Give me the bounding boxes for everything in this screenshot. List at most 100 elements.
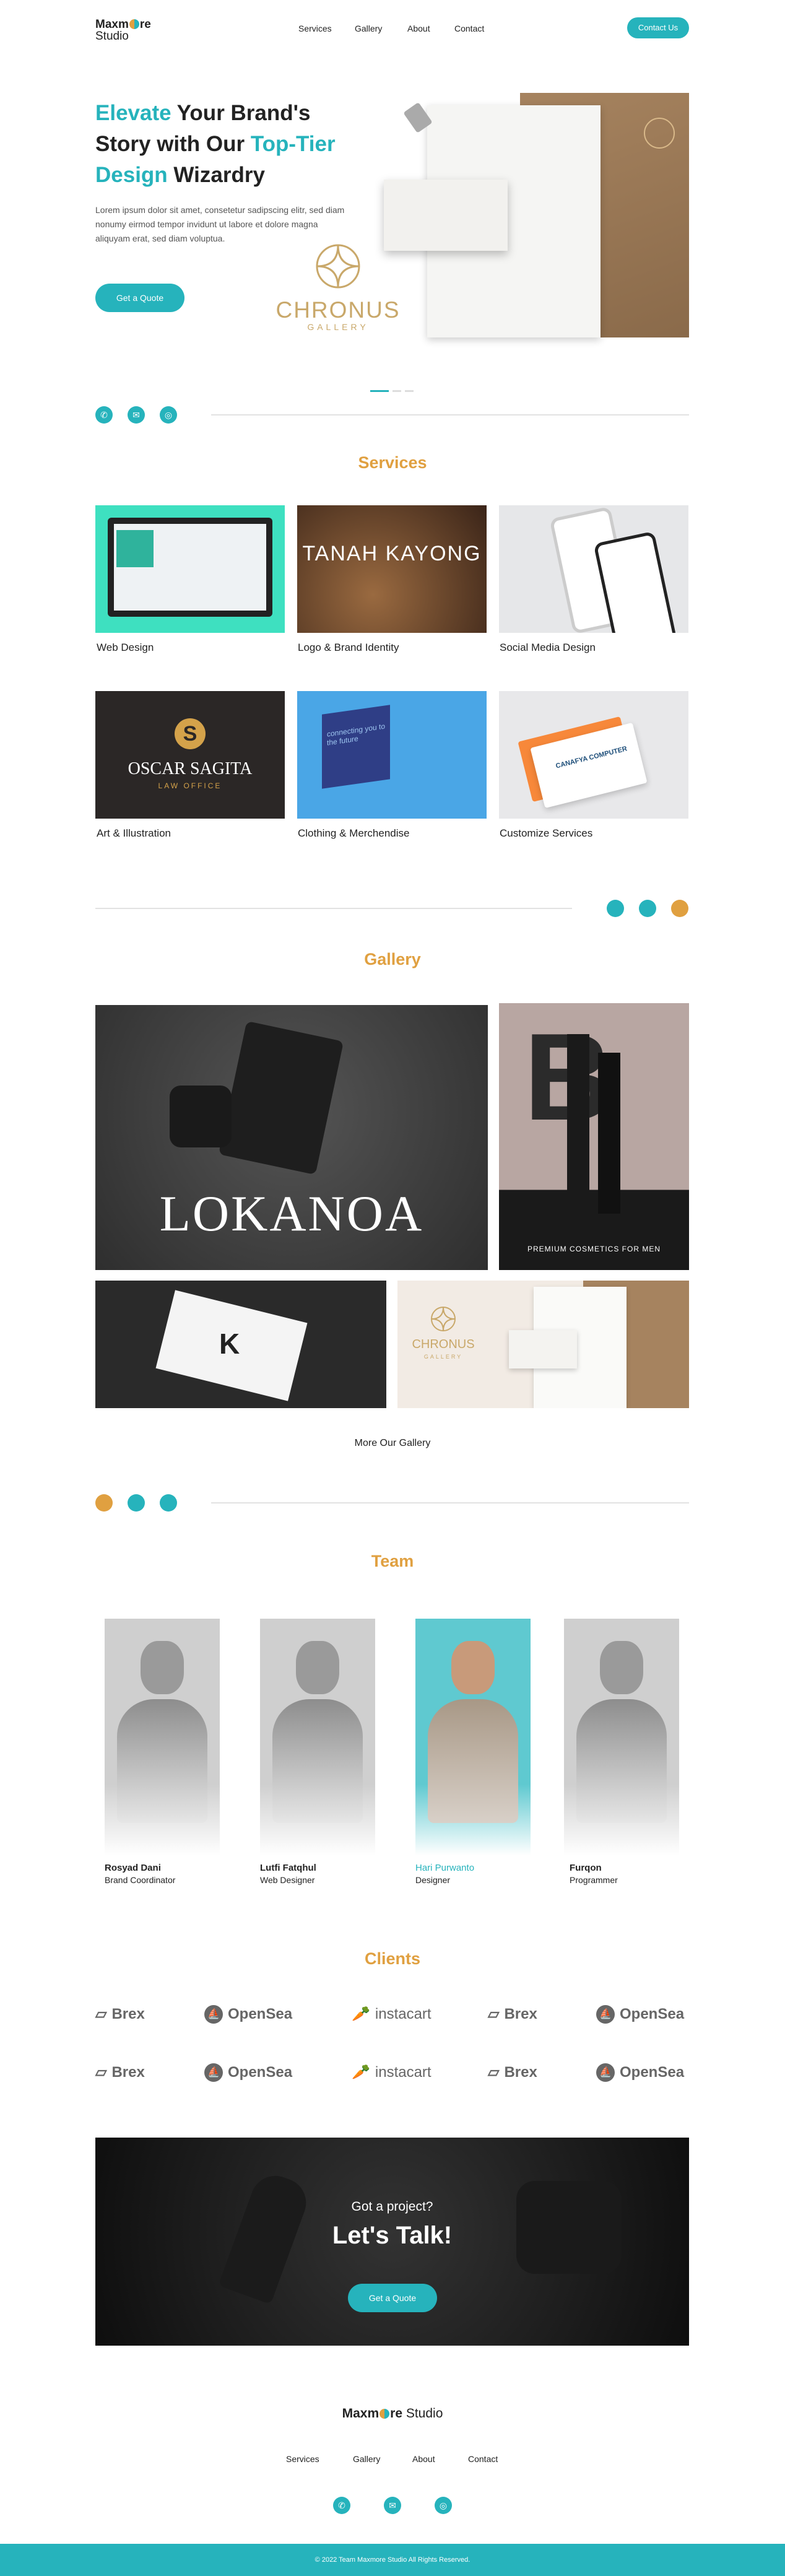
phone-icon[interactable]: ✆ [333,2497,350,2514]
cta-title: Let's Talk! [332,2222,453,2249]
instagram-icon[interactable]: ◎ [435,2497,452,2514]
footer-nav-about[interactable]: About [412,2454,435,2464]
gallery-art-sub: GALLERY [423,1354,463,1360]
bottle-object [567,1034,589,1214]
service-label[interactable]: Social Media Design [500,642,596,654]
more-gallery-link[interactable]: More Our Gallery [0,1438,785,1449]
team-member-role: Programmer [570,1875,618,1885]
team-title: Team [371,1552,414,1570]
service-art-text: OSCAR SAGITA [128,759,253,778]
slider-dot[interactable] [405,390,414,392]
hero-business-card [384,180,508,251]
footer-logo-text: Maxm [342,2406,379,2421]
footer-logo-text: re [390,2406,402,2421]
client-name: OpenSea [228,2006,293,2022]
service-art-text: TANAH KAYONG [302,542,482,565]
cta-get-quote-button[interactable]: Get a Quote [348,2284,437,2312]
instacart-icon: 🥕 [352,2064,370,2081]
client-name: Brex [111,2005,145,2022]
person-head [600,1641,643,1694]
hero-title-accent-1: Elevate [95,101,171,125]
nav-services[interactable]: Services [298,24,332,33]
client-name: Brex [504,2005,537,2022]
team-member-role: Designer [415,1875,451,1885]
logo-text-top-end: re [139,18,151,31]
client-name: Brex [504,2063,537,2081]
nav-about[interactable]: About [407,24,430,33]
divider [211,1502,689,1503]
gallery-image-cosmetics[interactable]: B PREMIUM COSMETICS FOR MEN [499,1003,689,1270]
logo-mark [129,19,139,29]
decor-dot [160,1494,177,1512]
oscar-emblem: S [175,718,206,749]
divider [211,414,689,416]
service-label[interactable]: Art & Illustration [97,827,171,840]
grater-object [218,1020,344,1175]
slider-dot[interactable] [392,390,401,392]
hero-brand-sub: GALLERY [307,322,369,332]
service-label[interactable]: Customize Services [500,827,592,840]
gallery-title: Gallery [364,950,421,968]
footer-nav-services[interactable]: Services [286,2454,319,2464]
gallery-image-chronus[interactable]: CHRONUS GALLERY [397,1281,689,1408]
gallery-image-notepad[interactable]: K [95,1281,386,1408]
instagram-icon[interactable]: ◎ [160,406,177,424]
divider [95,908,572,909]
person-body [428,1699,518,1823]
client-name: instacart [375,2005,432,2022]
person-head [296,1641,339,1694]
phone-icon[interactable]: ✆ [95,406,113,424]
client-logo-brex: ▱ Brex [488,2063,537,2081]
notepad-mark: K [219,1328,240,1360]
brex-icon: ▱ [488,2006,500,2022]
service-image-social-media[interactable] [499,505,688,633]
brex-icon: ▱ [488,2064,500,2081]
service-image-art-illustration[interactable]: S OSCAR SAGITA LAW OFFICE [95,691,285,819]
decor-dot [128,1494,145,1512]
site-logo[interactable]: Maxm re Studio [95,19,151,42]
bottle-object [598,1053,620,1214]
service-label[interactable]: Logo & Brand Identity [298,642,399,654]
get-quote-button[interactable]: Get a Quote [95,284,184,312]
team-member-name: Hari Purwanto [415,1863,475,1873]
client-name: OpenSea [228,2064,293,2081]
service-image-logo-brand[interactable]: TANAH KAYONG [297,505,487,633]
instacart-icon: 🥕 [352,2006,370,2022]
mail-icon[interactable]: ✉ [384,2497,401,2514]
person-body [117,1699,207,1823]
team-photo[interactable] [105,1619,220,1855]
team-photo[interactable] [260,1619,375,1855]
nav-gallery[interactable]: Gallery [355,24,382,33]
nav-contact[interactable]: Contact [454,24,484,33]
footer-nav-gallery[interactable]: Gallery [353,2454,380,2464]
service-image-customize[interactable]: CANAFYA COMPUTER [499,691,688,819]
service-art-sub: LAW OFFICE [158,781,222,790]
service-label[interactable]: Clothing & Merchendise [298,827,409,840]
logo-text-bottom: Studio [95,30,129,43]
gallery-image-lokanoa[interactable]: LOKANOA [95,1005,488,1270]
decor-dot [607,900,624,917]
client-logo-brex: ▱ Brex [95,2063,145,2081]
mail-icon[interactable]: ✉ [128,406,145,424]
team-photo-active[interactable] [415,1619,531,1855]
client-name: OpenSea [620,2006,685,2022]
service-image-web-design[interactable] [95,505,285,633]
contact-us-button[interactable]: Contact Us [627,17,689,38]
footer-logo[interactable]: Maxm re Studio [0,2406,785,2421]
service-label[interactable]: Web Design [97,642,154,654]
slider-dot-active[interactable] [370,390,389,392]
client-name: Brex [111,2063,145,2081]
team-photo[interactable] [564,1619,679,1855]
footer-bar: © 2022 Team Maxmore Studio All Rights Re… [0,2544,785,2576]
service-image-clothing-merch[interactable]: connecting you to the future [297,691,487,819]
hero-mockup: CHRONUS GALLERY [260,93,689,337]
decor-dot [95,1494,113,1512]
client-name: instacart [375,2063,432,2081]
footer-nav-contact[interactable]: Contact [468,2454,498,2464]
brex-icon: ▱ [95,2064,107,2081]
box-mockup [322,705,390,789]
client-logo-brex: ▱ Brex [95,2005,145,2023]
brex-icon: ▱ [95,2006,107,2022]
footer-logo-studio: Studio [406,2406,443,2421]
cta-banner: Got a project? Let's Talk! Get a Quote [95,2138,689,2346]
